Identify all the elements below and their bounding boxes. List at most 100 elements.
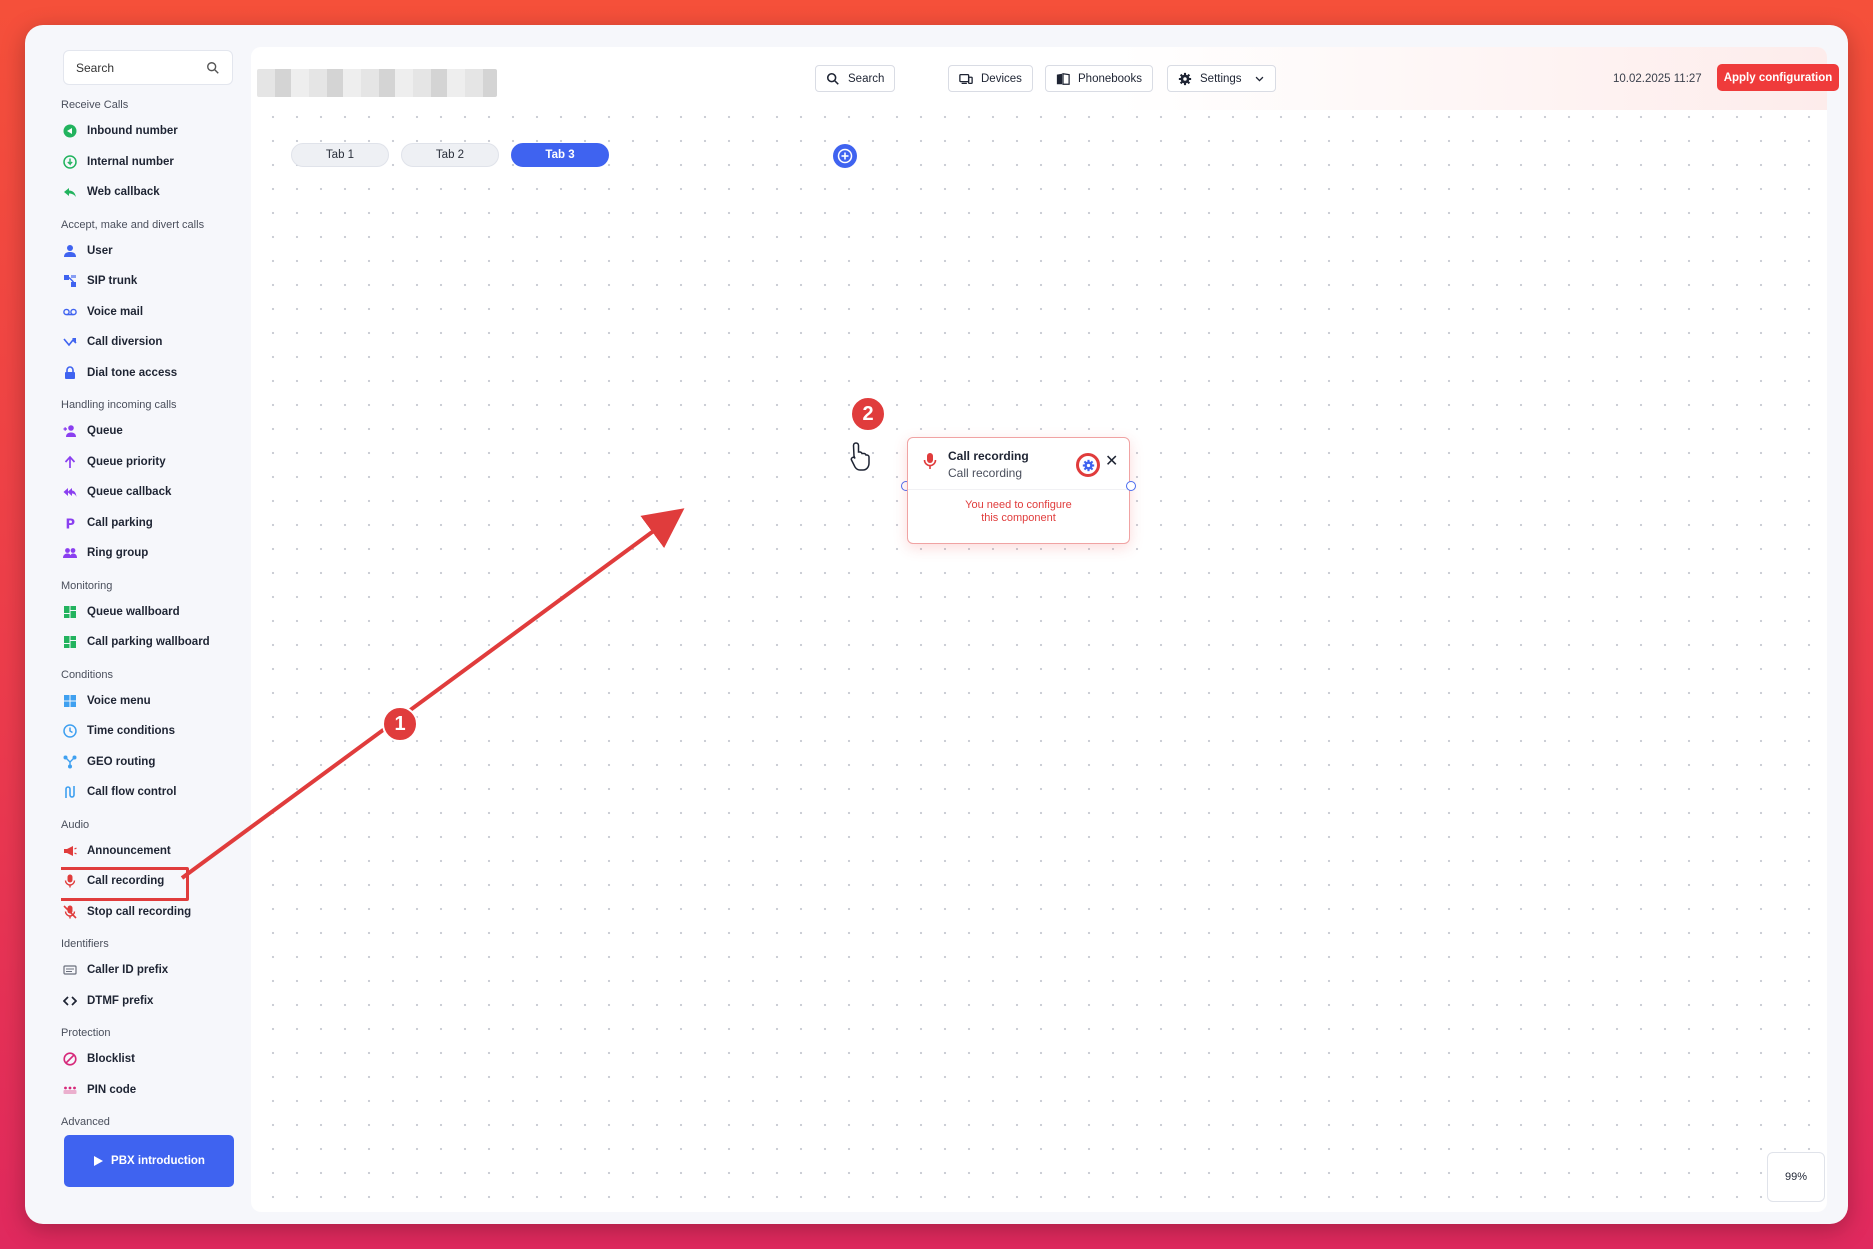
sidebar-item-call-recording[interactable]: Call recording [61,866,246,901]
flow-canvas[interactable]: Search Devices Phonebooks Settings 10.02… [251,47,1839,1212]
sidebar-item-caller-id-prefix[interactable]: Caller ID prefix [61,955,246,986]
sidebar-category: Protection [61,1027,111,1039]
microphone-icon [63,874,77,888]
clock-icon [63,724,77,738]
sidebar-item-internal-number[interactable]: Internal number [61,147,246,178]
phonebooks-button[interactable]: Phonebooks [1045,65,1153,92]
sidebar-item-label: Web callback [87,186,160,199]
sidebar-item-call-parking-wallboard[interactable]: Call parking wallboard [61,627,246,658]
sidebar-item-label: Internal number [87,155,174,168]
sidebar-item-label: Queue priority [87,455,166,468]
sidebar-item-label: SIP trunk [87,275,138,288]
sidebar-item-label: Stop call recording [87,905,192,918]
sidebar-item-sip-trunk[interactable]: SIP trunk [61,266,246,297]
sidebar-category: Conditions [61,668,113,681]
sidebar-item-voice-menu[interactable]: Voice menu [61,686,246,717]
voice-menu-icon [63,694,77,708]
internal-number-icon [63,155,77,169]
call-parking-icon: P [63,516,77,530]
sidebar-item-label: Dial tone access [87,366,178,379]
sidebar-item-call-parking[interactable]: P Call parking [61,508,246,539]
sidebar-search-input[interactable]: Search [63,50,233,85]
queue-priority-icon [63,455,77,469]
web-callback-icon [63,185,77,199]
sidebar-item-call-diversion[interactable]: Call diversion [61,327,246,358]
tab-1[interactable]: Tab 1 [291,143,389,167]
sidebar-item-dial-tone-access[interactable]: Dial tone access [61,358,246,389]
sidebar-item-inbound-number[interactable]: Inbound number [61,116,246,147]
app-window: Search Receive Calls Inbound number Intern… [25,25,1848,1224]
node-subtitle: Call recording [948,466,1023,480]
devices-icon [959,73,973,84]
blurred-logo [257,69,497,97]
chevron-down-icon [1255,76,1263,82]
sidebar-item-voice-mail[interactable]: Voice mail [61,297,246,328]
pin-code-icon [63,1083,77,1097]
settings-dropdown[interactable]: Settings [1167,65,1276,92]
sidebar-item-label: GEO routing [87,755,156,768]
sidebar-item-label: Ring group [87,547,149,560]
block-icon [63,1052,77,1066]
sidebar-item-ring-group[interactable]: Ring group [61,538,246,569]
devices-button[interactable]: Devices [948,65,1033,92]
sidebar-item-announcement[interactable]: Announcement [61,836,246,867]
sidebar-item-dtmf-prefix[interactable]: DTMF prefix [61,986,246,1017]
tab-2[interactable]: Tab 2 [401,143,499,167]
sidebar-item-label: Blocklist [87,1053,135,1066]
sidebar-category: Identifiers [61,938,109,950]
search-icon [207,61,219,74]
current-datetime: 10.02.2025 11:27 [1613,73,1702,85]
pbx-introduction-button[interactable]: PBX introduction [64,1135,234,1187]
gear-icon [1082,459,1094,471]
sidebar-item-label: Announcement [87,844,171,857]
wallboard-icon [63,605,77,619]
tab-3[interactable]: Tab 3 [511,143,609,167]
sidebar-item-queue-callback[interactable]: Queue callback [61,477,246,508]
sidebar-search-placeholder: Search [76,60,115,75]
sidebar-item-queue-wallboard[interactable]: Queue wallboard [61,597,246,628]
sidebar-item-queue-priority[interactable]: Queue priority [61,447,246,478]
sidebar-item-label: Queue wallboard [87,605,180,618]
sidebar-item-label: Call diversion [87,336,163,349]
node-settings-button[interactable] [1076,453,1100,477]
wallboard-icon [63,635,77,649]
sidebar-category: Audio [61,818,90,831]
search-icon [826,72,839,85]
microphone-icon [923,453,937,469]
geo-routing-icon [63,755,77,769]
sidebar-item-blocklist[interactable]: Blocklist [61,1044,246,1075]
node-configuration-warning: You need to configure this component [908,499,1129,525]
call-flow-control-icon [63,785,77,799]
plus-circle-icon [837,148,853,164]
sidebar-item-label: Queue [87,425,123,438]
settings-button-label: Settings [1200,72,1242,85]
sidebar-item-label: PIN code [87,1083,137,1096]
sidebar-item-user[interactable]: User [61,236,246,267]
phonebooks-button-label: Phonebooks [1078,72,1142,85]
sidebar-item-pin-code[interactable]: PIN code [61,1075,246,1106]
sidebar-item-time-conditions[interactable]: Time conditions [61,716,246,747]
inbound-number-icon [63,124,77,138]
microphone-off-icon [63,905,77,919]
sidebar-category: Advanced [61,1116,110,1128]
sidebar-item-web-callback[interactable]: Web callback [61,177,246,208]
apply-configuration-button[interactable]: Apply configuration [1717,64,1839,91]
component-sidebar: Search Receive Calls Inbound number Intern… [25,25,250,1224]
pbx-introduction-label: PBX introduction [111,1155,205,1167]
svg-text:P: P [66,517,76,530]
node-output-port[interactable] [1126,481,1136,491]
sidebar-item-stop-call-recording[interactable]: Stop call recording [61,897,246,928]
megaphone-icon [63,844,77,858]
call-recording-node[interactable]: Call recording Call recording ✕ You need… [907,437,1130,544]
sip-trunk-icon [63,274,77,288]
close-icon[interactable]: ✕ [1105,454,1118,470]
sidebar-item-queue[interactable]: Queue [61,416,246,447]
play-icon [94,1156,104,1166]
search-button[interactable]: Search [815,65,896,92]
add-tab-button[interactable] [833,144,857,168]
sidebar-item-call-flow-control[interactable]: Call flow control [61,777,246,808]
sidebar-item-geo-routing[interactable]: GEO routing [61,747,246,778]
zoom-level-indicator[interactable]: 99% [1767,1152,1825,1202]
lock-icon [63,366,77,380]
sidebar-item-label: Voice mail [87,305,144,318]
